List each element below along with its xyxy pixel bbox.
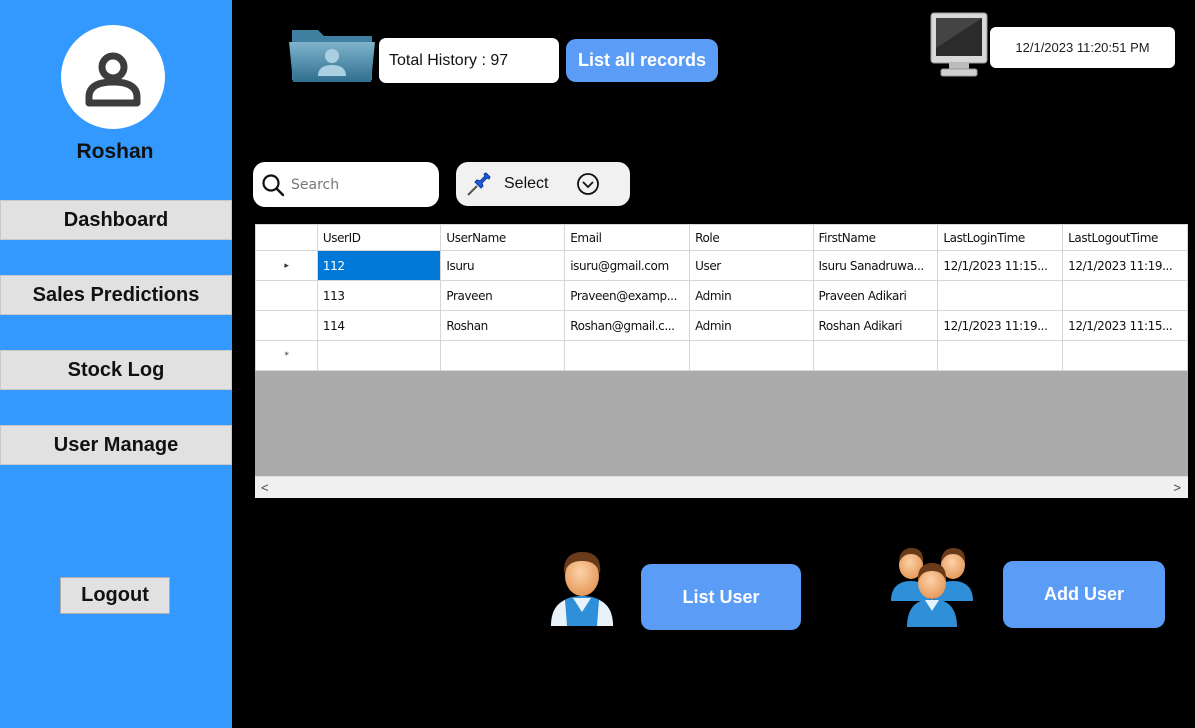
table-cell[interactable]: isuru@gmail.com xyxy=(564,250,691,281)
user-name: Roshan xyxy=(76,140,154,163)
table-new-row[interactable]: * xyxy=(255,340,1188,371)
table-row[interactable]: 113 Praveen Praveen@examp... Admin Prave… xyxy=(255,280,1188,311)
add-user-button[interactable]: Add User xyxy=(1003,561,1165,628)
table-cell[interactable]: 112 xyxy=(316,250,442,281)
scroll-right-button[interactable]: > xyxy=(1173,480,1181,495)
column-header-email[interactable]: Email xyxy=(564,224,691,251)
search-input[interactable] xyxy=(291,176,421,193)
monitor-icon xyxy=(930,12,988,77)
table-cell[interactable]: 12/1/2023 11:19... xyxy=(937,310,1064,341)
scroll-left-button[interactable]: < xyxy=(261,480,269,495)
table-cell[interactable] xyxy=(316,340,442,371)
table-cell[interactable]: Praveen xyxy=(440,280,566,311)
row-header[interactable] xyxy=(255,280,318,311)
single-user-icon xyxy=(551,552,613,626)
table-cell[interactable]: 114 xyxy=(316,310,442,341)
table-cell[interactable]: Roshan Adikari xyxy=(812,310,939,341)
filter-select[interactable]: Select xyxy=(456,162,630,206)
table-cell[interactable]: 12/1/2023 11:15... xyxy=(1062,310,1188,341)
table-cell[interactable] xyxy=(937,280,1064,311)
sidebar: Roshan Dashboard Sales Predictions Stock… xyxy=(0,0,232,728)
table-cell[interactable] xyxy=(937,340,1064,371)
table-row[interactable]: ▸ 112 Isuru isuru@gmail.com User Isuru S… xyxy=(255,250,1188,281)
logout-button[interactable]: Logout xyxy=(60,577,170,614)
table-row[interactable]: 114 Roshan Roshan@gmail.c... Admin Rosha… xyxy=(255,310,1188,341)
chevron-down-circle-icon[interactable] xyxy=(576,172,600,196)
table-cell[interactable]: Isuru xyxy=(440,250,566,281)
nav-dashboard-button[interactable]: Dashboard xyxy=(0,200,232,240)
list-all-records-button[interactable]: List all records xyxy=(566,39,718,82)
row-header-current[interactable]: ▸ xyxy=(255,250,318,281)
nav-stock-log-button[interactable]: Stock Log xyxy=(0,350,232,390)
nav-sales-predictions-button[interactable]: Sales Predictions xyxy=(0,275,232,315)
horizontal-scrollbar[interactable]: < > xyxy=(255,476,1188,498)
table-cell[interactable] xyxy=(689,340,814,371)
list-user-button[interactable]: List User xyxy=(641,564,801,630)
filter-select-label: Select xyxy=(504,175,549,192)
row-header-new[interactable]: * xyxy=(255,340,318,371)
table-cell[interactable]: User xyxy=(689,250,814,281)
avatar xyxy=(61,25,165,129)
column-header-lastlogouttime[interactable]: LastLogoutTime xyxy=(1062,224,1188,251)
table-cell[interactable]: Isuru Sanadruwa... xyxy=(812,250,939,281)
table-cell[interactable]: Roshan@gmail.c... xyxy=(564,310,691,341)
table-cell[interactable]: Roshan xyxy=(440,310,566,341)
table-cell[interactable]: Admin xyxy=(689,310,814,341)
table-cell[interactable] xyxy=(440,340,566,371)
table-cell[interactable] xyxy=(812,340,939,371)
table-cell[interactable]: 12/1/2023 11:15... xyxy=(937,250,1064,281)
current-datetime-display: 12/1/2023 11:20:51 PM xyxy=(990,27,1175,68)
column-header-userid[interactable]: UserID xyxy=(316,224,442,251)
users-data-grid[interactable]: UserID UserName Email Role FirstName Las… xyxy=(255,224,1188,498)
nav-user-manage-button[interactable]: User Manage xyxy=(0,425,232,465)
user-avatar-icon xyxy=(85,52,141,107)
column-header-firstname[interactable]: FirstName xyxy=(812,224,939,251)
folder-user-icon xyxy=(289,30,375,82)
column-header-username[interactable]: UserName xyxy=(440,224,566,251)
table-cell[interactable]: 12/1/2023 11:19... xyxy=(1062,250,1188,281)
column-header-role[interactable]: Role xyxy=(689,224,814,251)
user-group-icon xyxy=(891,548,973,627)
table-cell[interactable]: Praveen@examp... xyxy=(564,280,691,311)
table-cell[interactable]: 113 xyxy=(316,280,442,311)
grid-header-row: UserID UserName Email Role FirstName Las… xyxy=(255,224,1188,251)
table-cell[interactable]: Praveen Adikari xyxy=(812,280,939,311)
table-cell[interactable] xyxy=(1062,280,1188,311)
search-box xyxy=(253,162,439,207)
row-header[interactable] xyxy=(255,310,318,341)
grid-corner-cell xyxy=(255,224,318,251)
table-cell[interactable] xyxy=(564,340,691,371)
search-icon xyxy=(262,173,285,196)
table-cell[interactable] xyxy=(1062,340,1188,371)
pin-icon xyxy=(467,172,491,196)
column-header-lastlogintime[interactable]: LastLoginTime xyxy=(937,224,1064,251)
total-history-display: Total History : 97 xyxy=(379,38,559,83)
table-cell[interactable]: Admin xyxy=(689,280,814,311)
